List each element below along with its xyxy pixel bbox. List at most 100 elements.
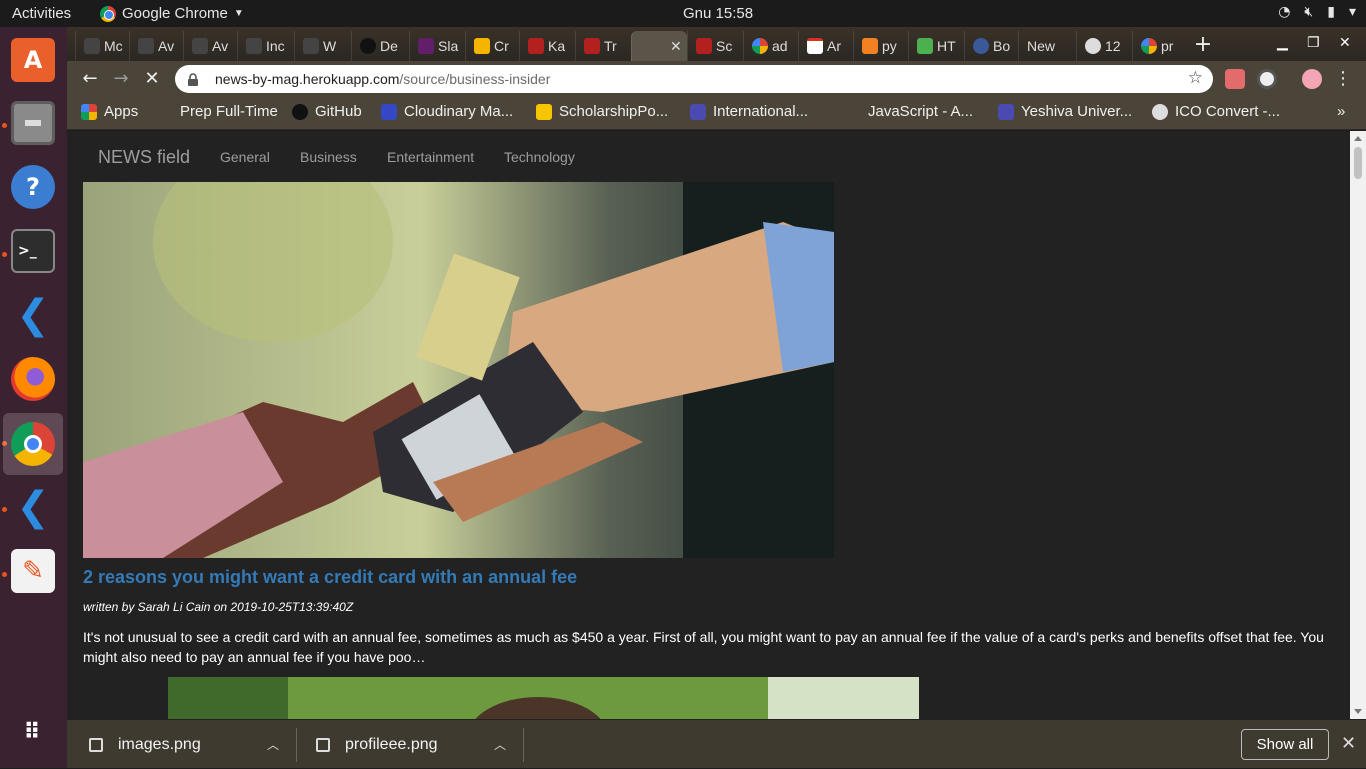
maximize-button[interactable]: ❐ [1307, 35, 1320, 51]
tab[interactable]: ad [743, 31, 798, 61]
page-favicon [246, 38, 262, 54]
tab[interactable]: New [1018, 31, 1076, 61]
bookmark-item[interactable]: International... [690, 103, 808, 120]
bookmark-item[interactable]: JavaScript - A... [868, 103, 973, 120]
slides-icon [474, 38, 490, 54]
site-brand[interactable]: NEWS field [98, 147, 190, 168]
show-all-downloads-button[interactable]: Show all [1241, 729, 1329, 760]
files-icon [11, 101, 55, 145]
tab[interactable]: Inc [237, 31, 294, 61]
tab-strip: Mc Av Av Inc W De Sla Cr Ka Tr ✕ Sc ad A… [67, 27, 1366, 61]
show-applications-button[interactable]: ⠿ [9, 709, 57, 757]
bookmark-item[interactable]: ICO Convert -... [1152, 103, 1280, 120]
bookmark-item[interactable]: Cloudinary Ma... [381, 103, 513, 120]
nav-link-business[interactable]: Business [300, 149, 357, 165]
menu-kebab-icon[interactable]: ⋮ [1332, 68, 1354, 90]
chevron-down-icon: ▼ [233, 8, 244, 19]
extension-icon[interactable] [1257, 69, 1277, 89]
bookmark-item[interactable]: Yeshiva Univer... [998, 103, 1132, 120]
bookmarks-overflow-chevron-icon[interactable]: » [1337, 103, 1345, 120]
dock-text-editor[interactable]: ✎ [9, 547, 57, 595]
page-scrollbar[interactable] [1350, 131, 1366, 719]
extension-icon[interactable] [1225, 69, 1245, 89]
bookmark-star-icon[interactable]: ☆ [1188, 68, 1203, 88]
tab[interactable]: Tr [575, 31, 631, 61]
shield-icon [690, 103, 706, 120]
tab[interactable]: HT [908, 31, 964, 61]
scroll-down-arrow-icon[interactable] [1354, 709, 1362, 714]
tab[interactable]: De [351, 31, 409, 61]
google-icon [1141, 38, 1157, 54]
stop-loading-button[interactable]: ✕ [141, 68, 163, 90]
nav-link-general[interactable]: General [220, 149, 270, 165]
page-favicon [584, 38, 600, 54]
grid-icon: ⠿ [23, 720, 43, 745]
bookmark-item[interactable]: GitHub [292, 103, 362, 120]
dock-ubuntu-software[interactable]: A [9, 36, 57, 84]
tab[interactable]: Ka [519, 31, 575, 61]
tab[interactable]: Cr [465, 31, 519, 61]
chevron-up-icon[interactable]: ︿ [494, 736, 506, 753]
tab[interactable]: Sc [687, 31, 743, 61]
article-title-link[interactable]: 2 reasons you might want a credit card w… [83, 567, 577, 588]
dock-help[interactable]: ? [9, 163, 57, 211]
bookmark-item[interactable]: Prep Full-Time [180, 103, 278, 120]
tab[interactable]: Mc [75, 31, 129, 61]
forward-button[interactable]: → [110, 68, 132, 90]
article-byline: written by Sarah Li Cain on 2019-10-25T1… [83, 600, 354, 614]
article-description: It's not unusual to see a credit card wi… [83, 629, 1324, 665]
download-shelf: images.png ︿ profileee.png ︿ Show all ✕ [67, 719, 1366, 768]
address-bar[interactable]: news-by-mag.herokuapp.com/source/busines… [175, 65, 1213, 93]
tab[interactable]: Bo [964, 31, 1018, 61]
page-favicon [138, 38, 154, 54]
nav-link-technology[interactable]: Technology [504, 149, 575, 165]
tab[interactable]: Av [183, 31, 237, 61]
dock-files[interactable] [9, 99, 57, 147]
dock-chrome[interactable] [3, 413, 63, 475]
system-tray[interactable]: ◔ 🔇︎ ▮ ▾ [1278, 4, 1356, 20]
dock-terminal[interactable]: >_ [9, 227, 57, 275]
page-favicon [917, 38, 933, 54]
nav-link-entertainment[interactable]: Entertainment [387, 149, 474, 165]
dock-vscode-2[interactable]: ❮ [9, 483, 57, 531]
profile-avatar[interactable] [1302, 69, 1322, 89]
file-icon [89, 737, 103, 752]
close-download-shelf-icon[interactable]: ✕ [1341, 733, 1356, 754]
download-item[interactable]: profileee.png ︿ [316, 720, 516, 769]
minimize-button[interactable]: ▁ [1277, 35, 1288, 51]
article-image[interactable] [83, 182, 834, 558]
tab[interactable]: 12 [1076, 31, 1132, 61]
clock[interactable]: Gnu 15:58 [683, 5, 753, 22]
google-icon [752, 38, 768, 54]
article-image[interactable] [168, 677, 919, 719]
loading-icon [640, 38, 656, 54]
new-tab-button[interactable]: + [1191, 34, 1215, 58]
tab-active[interactable]: ✕ [631, 31, 687, 61]
back-button[interactable]: ← [79, 68, 101, 90]
volume-muted-icon: 🔇︎ [1304, 4, 1314, 20]
bookmark-apps[interactable]: Apps [81, 103, 138, 120]
activities-button[interactable]: Activities [12, 5, 71, 22]
download-filename: images.png [118, 735, 201, 753]
dock-firefox[interactable] [9, 355, 57, 403]
app-menu[interactable]: Google Chrome ▼ [100, 5, 244, 22]
tab[interactable]: pr [1132, 31, 1188, 61]
scroll-up-arrow-icon[interactable] [1354, 136, 1362, 141]
tab[interactable]: Sla [409, 31, 465, 61]
gmail-icon [807, 38, 823, 54]
tab[interactable]: py [853, 31, 908, 61]
globe-icon [1152, 103, 1168, 120]
chevron-up-icon[interactable]: ︿ [267, 736, 279, 753]
download-item[interactable]: images.png ︿ [89, 720, 289, 769]
tab[interactable]: W [294, 31, 351, 61]
tab[interactable]: Ar [798, 31, 853, 61]
github-icon [360, 38, 376, 54]
bookmark-item[interactable]: ScholarshipPo... [536, 103, 668, 120]
stackoverflow-icon [862, 38, 878, 54]
close-tab-icon[interactable]: ✕ [670, 38, 682, 55]
dock-vscode[interactable]: ❮ [9, 291, 57, 339]
scrollbar-thumb[interactable] [1354, 147, 1362, 179]
close-window-button[interactable]: ✕ [1339, 35, 1351, 51]
tab[interactable]: Av [129, 31, 183, 61]
dock: A ? >_ ❮ ❮ ✎ ⠿ [0, 27, 67, 768]
